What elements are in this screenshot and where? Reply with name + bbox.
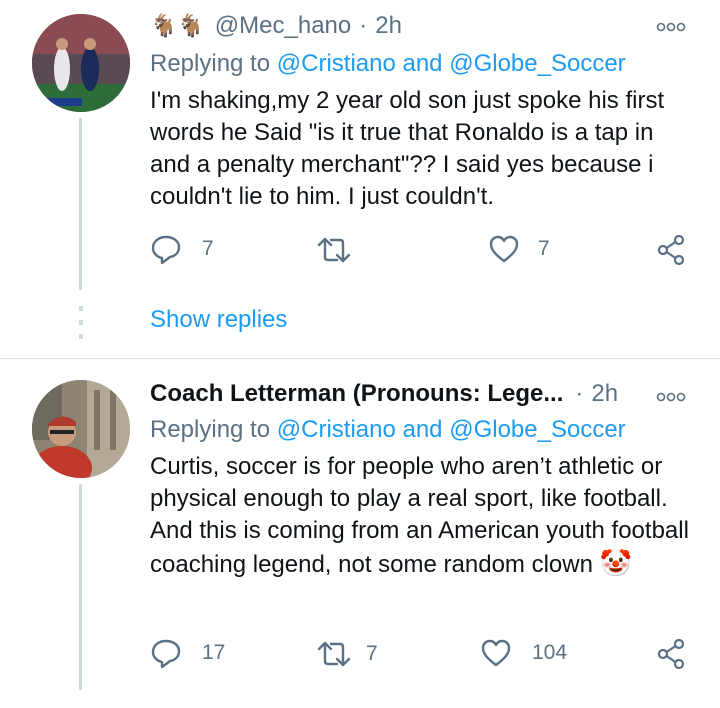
timestamp[interactable]: 2h [375,12,402,40]
separator: · [575,380,584,407]
retweet-icon [317,641,351,667]
more-options-icon[interactable] [656,20,686,39]
mention-globe-soccer[interactable]: @Globe_Soccer [449,416,625,443]
retweet-button[interactable]: 7 [316,639,378,669]
display-name[interactable]: Coach Letterman (Pronouns: Lege... [150,380,563,408]
share-icon [657,234,685,266]
share-icon [657,638,685,670]
tweet-body: Curtis, soccer is for people who aren’t … [150,451,695,581]
separator: · [359,12,368,39]
like-count: 104 [532,641,568,664]
retweet-icon [317,237,351,263]
thread-line [79,484,82,690]
tweet-header: 🐐🐐 @Mec_hano · 2h [150,12,402,40]
retweet-count: 7 [366,642,378,665]
like-count: 7 [538,237,550,260]
like-button[interactable]: 104 [480,638,567,668]
avatar[interactable] [32,380,130,478]
mention-cristiano[interactable]: @Cristiano [277,50,396,77]
heart-icon [489,235,519,263]
thread-continuation-dots [78,306,84,345]
display-name-emoji[interactable]: 🐐🐐 [150,13,205,39]
reply-icon [151,235,181,265]
more-options-icon[interactable] [656,390,686,409]
replying-to: Replying to @Cristiano and @Globe_Soccer [150,50,626,78]
like-button[interactable]: 7 [488,234,550,264]
share-button[interactable] [656,638,686,670]
mention-and: and [402,416,443,443]
thread-line [79,118,82,290]
reply-icon [151,639,181,669]
show-replies-link[interactable]: Show replies [150,306,287,334]
avatar-photo [32,380,130,478]
divider [0,358,720,359]
tweet-body: I'm shaking,my 2 year old son just spoke… [150,87,665,210]
reply-button[interactable]: 17 [150,637,225,669]
reply-count: 7 [202,237,214,260]
retweet-button[interactable] [316,235,372,265]
reply-button[interactable]: 7 [150,233,214,265]
mention-cristiano[interactable]: @Cristiano [277,416,396,443]
replying-to: Replying to @Cristiano and @Globe_Soccer [150,416,626,444]
heart-icon [481,639,511,667]
tweet-header: Coach Letterman (Pronouns: Lege... · 2h [150,380,618,408]
replying-prefix: Replying to [150,416,271,443]
avatar[interactable] [32,14,130,112]
timestamp[interactable]: 2h [591,380,618,408]
share-button[interactable] [656,234,686,266]
replying-prefix: Replying to [150,50,271,77]
mention-and: and [402,50,443,77]
avatar-photo [32,14,130,112]
handle[interactable]: @Mec_hano [215,12,351,40]
reply-count: 17 [202,641,226,664]
clown-emoji: 🤡 [599,548,632,578]
mention-globe-soccer[interactable]: @Globe_Soccer [449,50,625,77]
